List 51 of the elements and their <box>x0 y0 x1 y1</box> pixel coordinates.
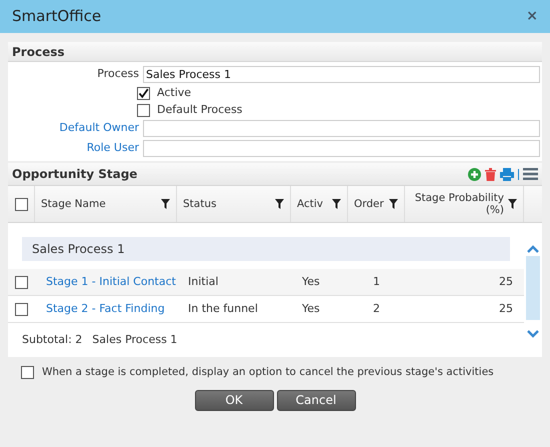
filter-icon[interactable] <box>332 199 341 209</box>
checkbox[interactable] <box>137 104 150 116</box>
field-label[interactable]: Role User <box>8 140 139 157</box>
row-checkbox[interactable] <box>15 302 28 316</box>
column-header[interactable]: Stage Probability (%) <box>405 186 524 222</box>
checkbox[interactable] <box>21 366 34 380</box>
table-cell-text: 1 <box>373 274 380 290</box>
cancel-button[interactable]: Cancel <box>276 390 356 411</box>
checkbox-label: When a stage is completed, display an option to cancel the previous stage's activities <box>42 365 494 380</box>
print-icon[interactable] <box>500 168 514 180</box>
table-cell-text: 2 <box>373 300 380 317</box>
section-title: Opportunity Stage <box>12 166 138 183</box>
table-cell-text: Yes <box>302 300 320 317</box>
subtotal-group: Sales Process 1 <box>92 332 178 348</box>
field-label: Process <box>96 66 139 82</box>
stage-link[interactable]: Stage 1 - Initial Contact <box>46 274 176 290</box>
column-header[interactable]: Stage Name <box>35 186 177 222</box>
field-label[interactable]: Default Owner <box>8 120 139 137</box>
scroll-down-icon[interactable] <box>527 330 539 338</box>
table-cell-text: Initial <box>188 274 218 290</box>
ok-button[interactable]: OK <box>194 390 274 411</box>
text-field[interactable] <box>143 120 540 137</box>
subtotal-count: Subtotal: 2 <box>22 332 82 348</box>
column-header[interactable]: Order <box>348 186 405 222</box>
row-checkbox[interactable] <box>15 276 28 288</box>
section-title: Process <box>12 44 64 60</box>
checkbox-label: Default Process <box>157 102 242 118</box>
close-button[interactable]: × <box>526 6 538 27</box>
group-header: Sales Process 1 <box>22 237 510 261</box>
filter-icon[interactable] <box>275 199 284 209</box>
column-header[interactable]: Activ <box>291 186 348 222</box>
checkbox[interactable] <box>137 86 150 100</box>
select-all-checkbox[interactable] <box>14 198 28 210</box>
filter-icon[interactable] <box>161 199 170 209</box>
text-field[interactable]: Sales Process 1 <box>143 66 540 83</box>
table-cell-text: 25 <box>499 300 513 317</box>
add-icon[interactable] <box>468 168 481 180</box>
filter-icon[interactable] <box>508 199 517 209</box>
column-header[interactable]: Status <box>177 186 291 222</box>
text-field[interactable] <box>143 140 540 157</box>
menu-icon[interactable] <box>523 168 538 180</box>
scrollbar-thumb[interactable] <box>526 256 540 320</box>
window-title: SmartOffice <box>12 6 102 28</box>
scroll-up-icon[interactable] <box>527 245 539 253</box>
checkbox-label: Active <box>157 84 192 101</box>
table-cell-text: In the funnel <box>188 300 258 317</box>
table-cell-text: Yes <box>302 274 320 290</box>
filter-icon[interactable] <box>389 199 398 209</box>
trash-icon[interactable] <box>485 168 496 180</box>
table-cell-text: 25 <box>499 274 513 290</box>
stage-link[interactable]: Stage 2 - Fact Finding <box>46 300 165 318</box>
